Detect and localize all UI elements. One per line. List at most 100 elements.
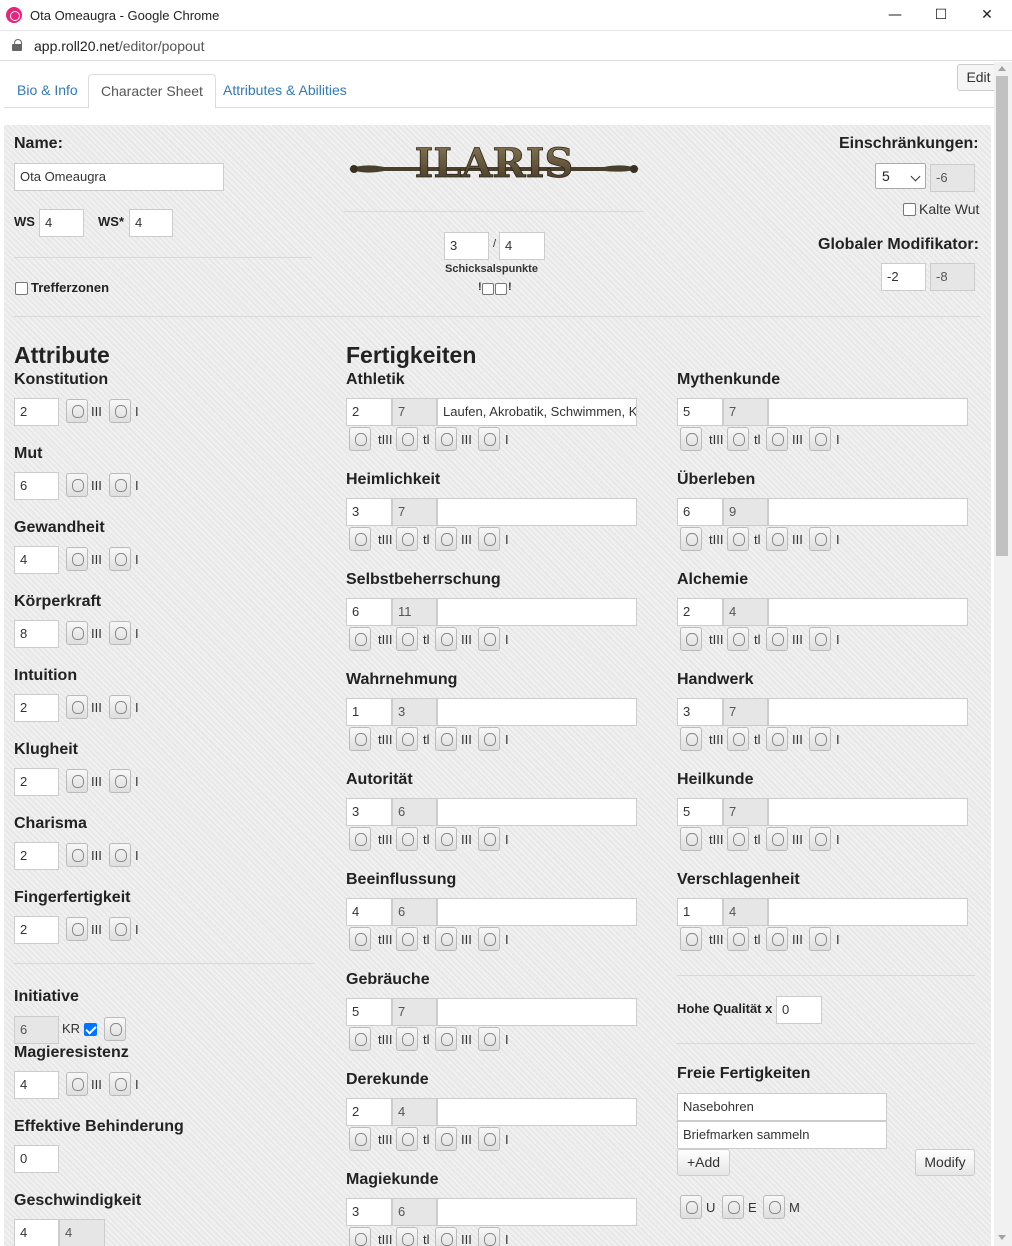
tab-character-sheet[interactable]: Character Sheet: [88, 74, 216, 109]
schicksal-box-1[interactable]: [482, 283, 494, 295]
skill-value-input[interactable]: 6: [346, 598, 392, 626]
skill-value-input[interactable]: 5: [677, 798, 723, 826]
roll-one-dice-icon[interactable]: [109, 769, 131, 793]
geschwindigkeit-input[interactable]: 4: [14, 1219, 59, 1246]
roll-one-dice-icon[interactable]: [109, 695, 131, 719]
roll-three-dice-icon[interactable]: [766, 427, 788, 451]
skill-value-input[interactable]: 2: [346, 398, 392, 426]
skill-talents-input[interactable]: Laufen, Akrobatik, Schwimmen, K: [437, 398, 637, 426]
roll-t3-dice-icon[interactable]: [349, 1127, 371, 1151]
scroll-up-icon[interactable]: [998, 66, 1006, 71]
roll-three-dice-icon[interactable]: [66, 399, 88, 423]
roll-t1-dice-icon[interactable]: [727, 527, 749, 551]
roll-three-dice-icon[interactable]: [66, 917, 88, 941]
roll-t3-dice-icon[interactable]: [680, 827, 702, 851]
globaler-modifikator-input[interactable]: -2: [881, 263, 926, 291]
scroll-down-icon[interactable]: [998, 1235, 1006, 1240]
roll-three-dice-icon[interactable]: [766, 627, 788, 651]
roll-t1-dice-icon[interactable]: [727, 727, 749, 751]
roll-three-dice-icon[interactable]: [766, 527, 788, 551]
close-button[interactable]: ✕: [964, 0, 1010, 31]
roll-t3-dice-icon[interactable]: [680, 427, 702, 451]
attribute-input[interactable]: 2: [14, 842, 59, 870]
skill-talents-input[interactable]: [437, 1098, 637, 1126]
einschraenkungen-select[interactable]: 5: [875, 163, 926, 189]
skill-value-input[interactable]: 3: [346, 1198, 392, 1226]
roll-one-dice-icon[interactable]: [809, 427, 831, 451]
name-input[interactable]: Ota Omeaugra: [14, 163, 224, 191]
roll-t1-dice-icon[interactable]: [727, 927, 749, 951]
modify-button[interactable]: Modify: [915, 1149, 975, 1176]
roll-one-dice-icon[interactable]: [478, 927, 500, 951]
roll-t3-dice-icon[interactable]: [349, 1027, 371, 1051]
roll-one-dice-icon[interactable]: [109, 473, 131, 497]
attribute-input[interactable]: 2: [14, 398, 59, 426]
attribute-input[interactable]: 2: [14, 916, 59, 944]
roll-one-dice-icon[interactable]: [478, 1027, 500, 1051]
freie-fertigkeit-input[interactable]: Briefmarken sammeln: [677, 1121, 887, 1149]
tab-bio-info[interactable]: Bio & Info: [5, 74, 90, 109]
roll-t3-dice-icon[interactable]: [349, 827, 371, 851]
roll-three-dice-icon[interactable]: [435, 1127, 457, 1151]
skill-value-input[interactable]: 4: [346, 898, 392, 926]
roll-one-dice-icon[interactable]: [478, 827, 500, 851]
skill-talents-input[interactable]: [437, 898, 637, 926]
skill-value-input[interactable]: 2: [346, 1098, 392, 1126]
roll-one-dice-icon[interactable]: [109, 547, 131, 571]
roll-t1-dice-icon[interactable]: [727, 427, 749, 451]
roll-three-dice-icon[interactable]: [435, 727, 457, 751]
initiative-roll-dice-icon[interactable]: [104, 1017, 126, 1041]
skill-talents-input[interactable]: [768, 398, 968, 426]
schicksal-max-input[interactable]: 4: [499, 232, 545, 260]
roll-one-dice-icon[interactable]: [109, 843, 131, 867]
schicksal-box-2[interactable]: [495, 283, 507, 295]
roll-one-dice-icon[interactable]: [478, 1127, 500, 1151]
roll-three-dice-icon[interactable]: [435, 1227, 457, 1246]
skill-value-input[interactable]: 3: [677, 698, 723, 726]
skill-value-input[interactable]: 5: [677, 398, 723, 426]
roll-three-dice-icon[interactable]: [435, 1027, 457, 1051]
roll-e-dice-icon[interactable]: [722, 1195, 744, 1219]
roll-t1-dice-icon[interactable]: [396, 927, 418, 951]
roll-t3-dice-icon[interactable]: [680, 927, 702, 951]
roll-t1-dice-icon[interactable]: [396, 627, 418, 651]
roll-one-dice-icon[interactable]: [809, 627, 831, 651]
roll-t3-dice-icon[interactable]: [349, 627, 371, 651]
skill-talents-input[interactable]: [768, 698, 968, 726]
roll-three-dice-icon[interactable]: [66, 621, 88, 645]
skill-value-input[interactable]: 5: [346, 998, 392, 1026]
roll-three-dice-icon[interactable]: [66, 769, 88, 793]
skill-talents-input[interactable]: [768, 598, 968, 626]
roll-three-dice-icon[interactable]: [435, 527, 457, 551]
roll-one-dice-icon[interactable]: [478, 727, 500, 751]
freie-fertigkeit-input[interactable]: Nasebohren: [677, 1093, 887, 1121]
roll-t3-dice-icon[interactable]: [349, 927, 371, 951]
schicksal-current-input[interactable]: 3: [444, 232, 489, 260]
magieresistenz-roll-single-dice-icon[interactable]: [109, 1072, 131, 1096]
skill-talents-input[interactable]: [768, 798, 968, 826]
attribute-input[interactable]: 4: [14, 546, 59, 574]
skill-value-input[interactable]: 3: [346, 798, 392, 826]
minimize-button[interactable]: —: [872, 0, 918, 31]
skill-value-input[interactable]: 3: [346, 498, 392, 526]
roll-one-dice-icon[interactable]: [478, 427, 500, 451]
roll-t3-dice-icon[interactable]: [680, 527, 702, 551]
skill-talents-input[interactable]: [437, 698, 637, 726]
roll-t1-dice-icon[interactable]: [396, 827, 418, 851]
address-bar[interactable]: app.roll20.net/editor/popout: [0, 31, 1012, 61]
skill-value-input[interactable]: 1: [346, 698, 392, 726]
roll-u-dice-icon[interactable]: [680, 1195, 702, 1219]
roll-t1-dice-icon[interactable]: [396, 727, 418, 751]
attribute-input[interactable]: 6: [14, 472, 59, 500]
roll-three-dice-icon[interactable]: [66, 473, 88, 497]
roll-t1-dice-icon[interactable]: [727, 627, 749, 651]
skill-talents-input[interactable]: [437, 1198, 637, 1226]
roll-t1-dice-icon[interactable]: [396, 1027, 418, 1051]
skill-value-input[interactable]: 6: [677, 498, 723, 526]
roll-one-dice-icon[interactable]: [109, 399, 131, 423]
roll-t3-dice-icon[interactable]: [349, 727, 371, 751]
magieresistenz-input[interactable]: 4: [14, 1071, 59, 1099]
roll-three-dice-icon[interactable]: [435, 927, 457, 951]
roll-three-dice-icon[interactable]: [66, 547, 88, 571]
roll-t1-dice-icon[interactable]: [396, 527, 418, 551]
